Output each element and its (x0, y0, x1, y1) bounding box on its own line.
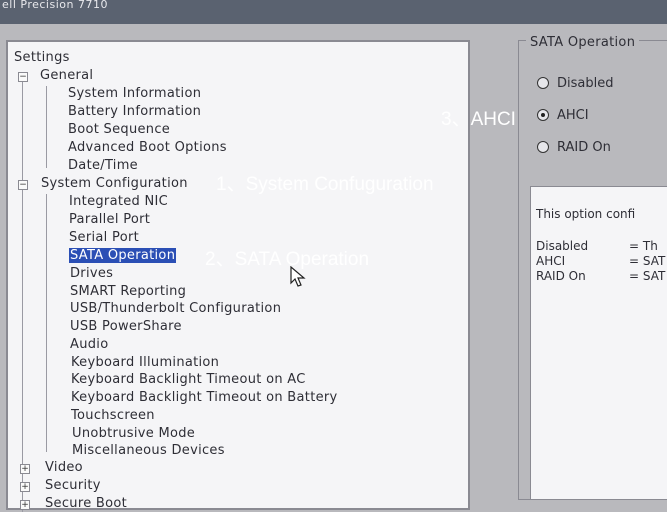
help-text-box: This option confi Disabled = Th AHCI = S… (530, 186, 667, 500)
title-bar: ell Precision 7710 (0, 0, 667, 24)
help-row-value: = SAT (629, 269, 666, 283)
annotation-step-2: 2、SATA Operation (205, 249, 370, 270)
tree-item-keyboard-backlight-timeout-ac[interactable]: Keyboard Backlight Timeout on AC (71, 372, 306, 388)
help-row-name: Disabled (536, 239, 589, 253)
tree-item-unobtrusive-mode[interactable]: Unobtrusive Mode (72, 426, 195, 442)
help-row-value: = SAT (629, 254, 666, 268)
annotation-step-3: 3、AHCI (441, 109, 516, 130)
tree-line (46, 194, 47, 452)
help-row-value: = Th (629, 239, 658, 253)
tree-node-secure-boot[interactable]: Secure Boot (45, 496, 127, 512)
radio-button-icon[interactable] (537, 77, 549, 89)
tree-item-integrated-nic[interactable]: Integrated NIC (69, 194, 168, 210)
settings-tree-panel[interactable]: Settings − General System Information Ba… (6, 40, 470, 512)
tree-item-keyboard-illumination[interactable]: Keyboard Illumination (71, 355, 219, 371)
help-row-name: AHCI (536, 254, 566, 268)
tree-item-parallel-port[interactable]: Parallel Port (69, 212, 150, 228)
tree-item-battery-information[interactable]: Battery Information (68, 104, 201, 120)
tree-item-miscellaneous-devices[interactable]: Miscellaneous Devices (72, 443, 225, 459)
collapse-icon[interactable]: − (18, 72, 28, 82)
tree-item-advanced-boot-options[interactable]: Advanced Boot Options (68, 140, 227, 156)
tree-item-usb-thunderbolt-configuration[interactable]: USB/Thunderbolt Configuration (70, 301, 281, 317)
expand-icon[interactable]: + (20, 500, 30, 510)
collapse-icon[interactable]: − (18, 180, 28, 190)
tree-item-touchscreen[interactable]: Touchscreen (71, 408, 155, 424)
radio-button-icon[interactable] (537, 141, 549, 153)
help-intro: This option confi (536, 207, 636, 221)
tree-item-boot-sequence[interactable]: Boot Sequence (68, 122, 170, 138)
expand-icon[interactable]: + (20, 464, 30, 474)
tree-item-smart-reporting[interactable]: SMART Reporting (70, 284, 186, 300)
window-title: ell Precision 7710 (2, 0, 108, 11)
tree-item-audio[interactable]: Audio (70, 337, 108, 353)
radio-button-checked-icon[interactable] (537, 109, 549, 121)
tree-item-usb-powershare[interactable]: USB PowerShare (70, 319, 182, 335)
tree-item-keyboard-backlight-timeout-battery[interactable]: Keyboard Backlight Timeout on Battery (71, 390, 338, 406)
tree-node-security[interactable]: Security (45, 478, 101, 494)
help-row-name: RAID On (536, 269, 586, 283)
tree-item-sata-operation[interactable]: SATA Operation (69, 248, 177, 264)
sata-operation-title: SATA Operation (526, 35, 640, 50)
radio-option-disabled[interactable]: Disabled (537, 76, 613, 92)
tree-node-general[interactable]: General (40, 68, 93, 84)
tree-node-system-configuration[interactable]: System Configuration (41, 176, 188, 192)
mouse-cursor-icon (290, 266, 306, 287)
tree-item-drives[interactable]: Drives (70, 266, 113, 282)
tree-node-video[interactable]: Video (45, 460, 83, 476)
tree-item-system-information[interactable]: System Information (68, 86, 201, 102)
radio-option-raid-on[interactable]: RAID On (537, 140, 611, 156)
tree-line (46, 86, 47, 168)
radio-option-ahci[interactable]: AHCI (537, 108, 589, 124)
tree-item-date-time[interactable]: Date/Time (68, 158, 138, 174)
tree-item-serial-port[interactable]: Serial Port (69, 230, 139, 246)
expand-icon[interactable]: + (20, 482, 30, 492)
annotation-step-1: 1、System Confuguration (216, 174, 434, 195)
tree-root-settings: Settings (14, 50, 70, 65)
tree-line (22, 82, 23, 512)
